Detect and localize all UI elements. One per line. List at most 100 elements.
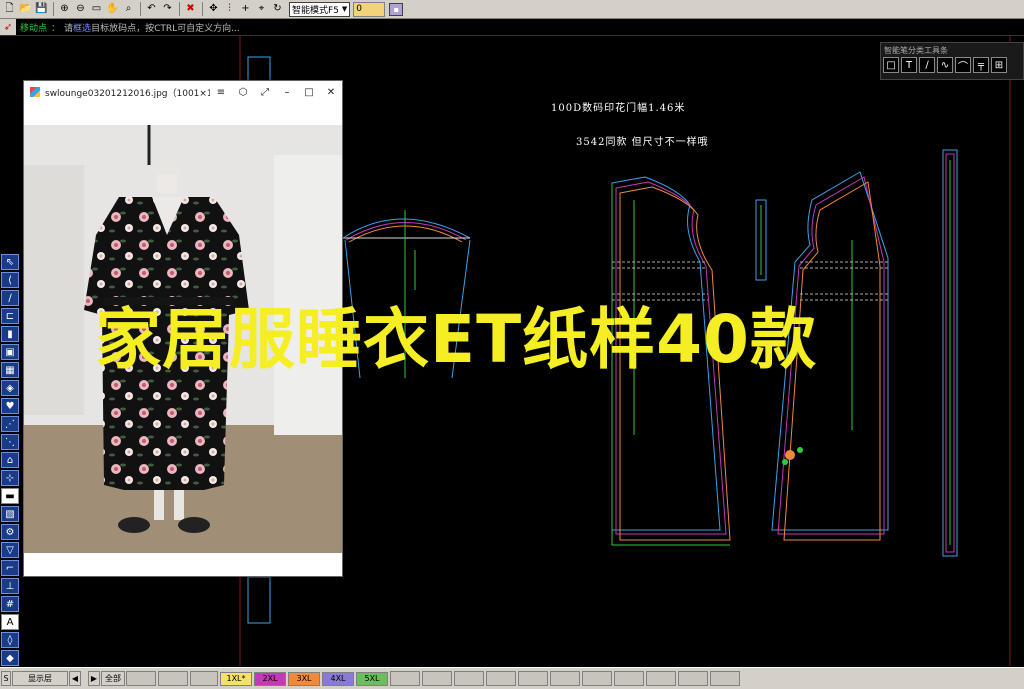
dart-tool-icon[interactable]: ▦	[1, 362, 19, 378]
left-toolbar: ⇖ ⟨ ∕ ⊏ ▮ ▣ ▦ ◈ ♥ ⋰ ⋱ ⌂ ⊹ ▬ ▧ ⚙ ▽ ⌐ ⊥ # …	[0, 253, 20, 686]
new-icon[interactable]: 🗋	[2, 2, 17, 17]
measure-icon[interactable]: ⌖	[254, 2, 269, 17]
empty-size-slot	[614, 671, 644, 686]
grade-tool-icon[interactable]: ⋰	[1, 416, 19, 432]
pointer-tool-icon: ➶	[0, 19, 16, 35]
open-icon[interactable]: 📂	[18, 2, 33, 17]
toolbar-separator	[140, 2, 141, 16]
empty-size-slot	[158, 671, 188, 686]
rotate-icon[interactable]: ↻	[270, 2, 285, 17]
size-label: 5XL	[364, 674, 380, 683]
empty-size-slot	[422, 671, 452, 686]
parallel-tool-icon[interactable]: ╤	[973, 57, 989, 73]
line-tool-icon[interactable]: ∕	[919, 57, 935, 73]
layout-tool-icon[interactable]: ⊥	[1, 578, 19, 594]
drill-tool-icon[interactable]: ◊	[1, 632, 19, 648]
all-sizes-button[interactable]: 全部	[101, 671, 125, 686]
size-button[interactable]: 1XL*	[220, 671, 252, 686]
smart-toolbar-buttons: □ T ∕ ∿ ⌒ ╤ ⊞	[881, 57, 1023, 73]
zoom-region-icon[interactable]: ⌕	[121, 2, 136, 17]
empty-size-slot	[678, 671, 708, 686]
s-indicator: S	[1, 671, 11, 686]
notch-tool-icon[interactable]: ◈	[1, 380, 19, 396]
empty-size-slot	[710, 671, 740, 686]
save-icon[interactable]: 💾	[34, 2, 49, 17]
frame-tool-icon[interactable]: ▣	[1, 344, 19, 360]
promo-headline: 家居服睡衣ET纸样40款	[95, 301, 817, 378]
grid-tool-icon[interactable]: ⊞	[991, 57, 1007, 73]
photos-app-icon	[30, 87, 40, 97]
status-prefix: 请	[64, 23, 74, 34]
rotate-tool-icon[interactable]: ⋱	[1, 434, 19, 450]
add-icon[interactable]: +	[238, 2, 253, 17]
align-icon[interactable]: ⫶	[222, 2, 237, 17]
layer-color-button[interactable]: ▪	[389, 2, 404, 16]
zoom-in-icon[interactable]: ⊕	[57, 2, 72, 17]
empty-size-slot	[454, 671, 484, 686]
value-input[interactable]: 0	[353, 1, 386, 17]
fit-icon[interactable]: ▭	[89, 2, 104, 17]
piece-tool-icon[interactable]: ▬	[1, 488, 19, 504]
empty-size-slot	[390, 671, 420, 686]
hash-tool-icon[interactable]: #	[1, 596, 19, 612]
bottom-bar: S 显示层 ◀ ▶ 全部 1XL* 2XL 3XL 4XL 5XL	[0, 667, 1024, 689]
measure-tool-icon[interactable]: ▮	[1, 326, 19, 342]
mark-tool-icon[interactable]: ◆	[1, 650, 19, 666]
size-button[interactable]: 4XL	[322, 671, 354, 686]
empty-size-slot	[518, 671, 548, 686]
corner-tool-icon[interactable]: ⌐	[1, 560, 19, 576]
status-hint: 请框选目标放码点，按CTRL可自定义方向...	[64, 21, 240, 34]
status-mode: 移动点	[20, 23, 48, 34]
fill-tool-icon[interactable]: ♥	[1, 398, 19, 414]
fullscreen-icon[interactable]: ⤢	[254, 83, 276, 101]
strip-piece-bottom[interactable]	[247, 576, 271, 624]
pen-tool-icon[interactable]: ∕	[1, 290, 19, 306]
belt-piece[interactable]	[755, 199, 767, 281]
empty-size-slot	[190, 671, 218, 686]
layer-display-button[interactable]: 显示层	[12, 671, 68, 686]
pan-icon[interactable]: ✋	[105, 2, 120, 17]
hat-tool-icon[interactable]: ⌂	[1, 452, 19, 468]
select-tool-icon[interactable]: ⇖	[1, 254, 19, 270]
curve-tool-icon[interactable]: ∿	[937, 57, 953, 73]
delete-icon[interactable]: ✖	[183, 2, 198, 17]
text-tool-icon[interactable]: A	[1, 614, 19, 630]
adjust-tool-icon[interactable]: ⟨	[1, 272, 19, 288]
size-button[interactable]: 5XL	[356, 671, 388, 686]
seam-tool-icon[interactable]: ⊏	[1, 308, 19, 324]
size-button[interactable]: 2XL	[254, 671, 286, 686]
zoom-out-icon[interactable]: ⊖	[73, 2, 88, 17]
close-button[interactable]: ✕	[320, 83, 342, 101]
toolbar-separator	[53, 2, 54, 16]
status-highlight: 框选	[73, 23, 92, 34]
smart-pen-toolbar: 智能笔分类工具条 □ T ∕ ∿ ⌒ ╤ ⊞	[880, 42, 1024, 80]
move-icon[interactable]: ✥	[206, 2, 221, 17]
shirt-icon[interactable]: ⬡	[232, 83, 254, 101]
next-button[interactable]: ▶	[88, 671, 100, 686]
minimize-button[interactable]: –	[276, 83, 298, 101]
menu-icon[interactable]: ≡	[210, 83, 232, 101]
size-button[interactable]: 3XL	[288, 671, 320, 686]
viewer-titlebar[interactable]: swlounge03201212016.jpg（1001×1... ≡ ⬡ ⤢ …	[24, 81, 342, 103]
status-colon: ：	[51, 23, 61, 34]
cut-tool-icon[interactable]: ▧	[1, 506, 19, 522]
arc-tool-icon[interactable]: ⌒	[955, 57, 971, 73]
maximize-button[interactable]: □	[298, 83, 320, 101]
main-toolbar: 🗋 📂 💾 ⊕ ⊖ ▭ ✋ ⌕ ↶ ↷ ✖ ✥ ⫶ + ⌖ ↻ 智能模式F5 ▼…	[0, 0, 1024, 19]
prev-button[interactable]: ◀	[69, 671, 81, 686]
scale-tool-icon[interactable]: ⊹	[1, 470, 19, 486]
size-label: 2XL	[262, 674, 278, 683]
smart-toolbar-title: 智能笔分类工具条	[884, 46, 948, 55]
redo-icon[interactable]: ↷	[160, 2, 175, 17]
size-label: 3XL	[296, 674, 312, 683]
empty-size-slot	[582, 671, 612, 686]
triangle-tool-icon[interactable]: ▽	[1, 542, 19, 558]
undo-icon[interactable]: ↶	[144, 2, 159, 17]
t-square-tool-icon[interactable]: T	[901, 57, 917, 73]
pleat-tool-icon[interactable]: ⚙	[1, 524, 19, 540]
size-label: 1XL*	[226, 674, 246, 683]
rect-tool-icon[interactable]: □	[883, 57, 899, 73]
mode-select[interactable]: 智能模式F5 ▼	[289, 1, 351, 17]
empty-size-slot	[646, 671, 676, 686]
cad-note-fabric: 100D数码印花门幅1.46米	[551, 101, 685, 114]
